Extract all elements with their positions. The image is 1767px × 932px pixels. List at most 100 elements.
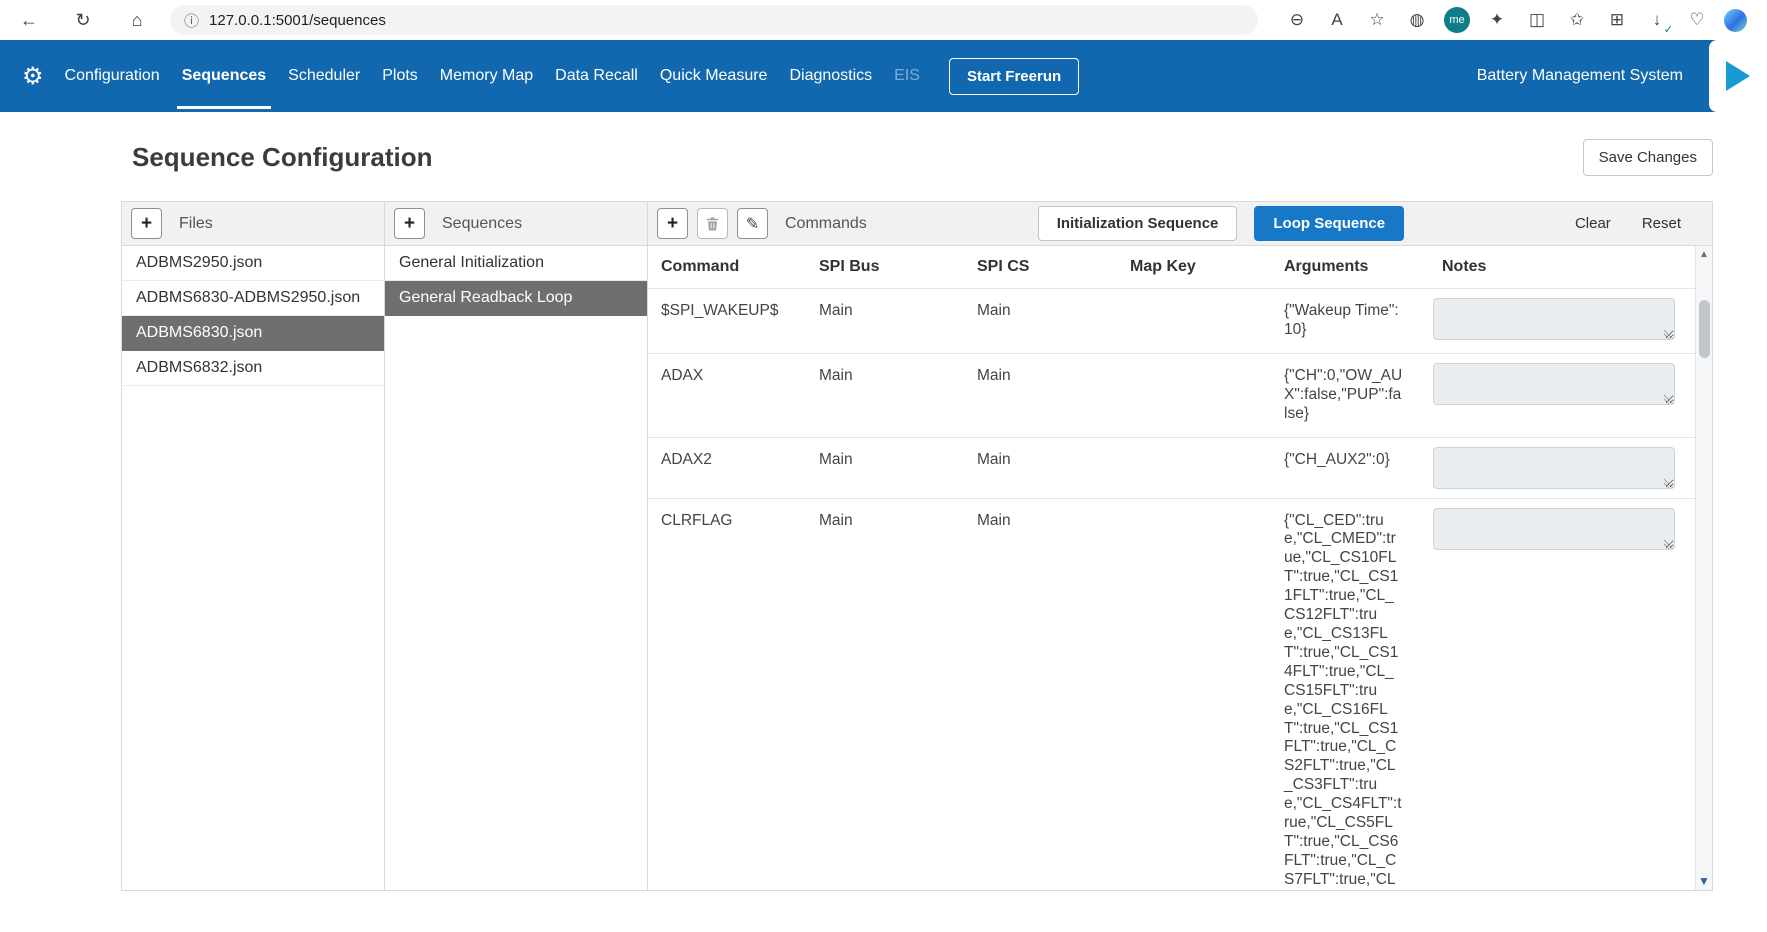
sequence-item[interactable]: General Initialization (385, 246, 647, 281)
nav-item-plots[interactable]: Plots (371, 40, 429, 112)
extension-icon-2[interactable]: ✦ (1484, 7, 1510, 33)
scroll-down-icon[interactable]: ▼ (1698, 872, 1710, 890)
start-freerun-button[interactable]: Start Freerun (949, 58, 1079, 95)
cell-map-key (1117, 289, 1271, 353)
files-list: ADBMS2950.jsonADBMS6830-ADBMS2950.jsonAD… (122, 246, 384, 386)
notes-input[interactable] (1433, 298, 1675, 340)
cell-arguments: {"Wakeup Time":10} (1271, 289, 1429, 353)
notes-input[interactable] (1433, 447, 1675, 489)
trash-icon (705, 216, 720, 231)
nav-item-configuration[interactable]: Configuration (54, 40, 171, 112)
files-panel: + Files ADBMS2950.jsonADBMS6830-ADBMS295… (121, 201, 385, 891)
scrollbar-thumb[interactable] (1699, 300, 1710, 358)
nav-item-diagnostics[interactable]: Diagnostics (778, 40, 883, 112)
run-play-button[interactable] (1709, 40, 1767, 112)
app-title: Battery Management System (1477, 67, 1683, 85)
cell-map-key (1117, 354, 1271, 437)
copilot-icon[interactable] (1724, 9, 1747, 32)
download-check-icon: ✓ (1664, 25, 1673, 36)
commands-panel: + ✎ Commands Initialization Sequence Loo… (647, 201, 1713, 891)
cell-command: CLRFLAG (648, 499, 806, 890)
sequences-panel-header: + Sequences (385, 202, 647, 246)
file-item[interactable]: ADBMS6832.json (122, 351, 384, 386)
read-aloud-icon[interactable]: A (1324, 7, 1350, 33)
column-header-spi-bus: SPI Bus (806, 258, 964, 276)
column-header-spi-cs: SPI CS (964, 258, 1117, 276)
extension-icon[interactable]: ◍ (1404, 7, 1430, 33)
reset-button[interactable]: Reset (1642, 215, 1681, 232)
favorite-star-icon[interactable]: ☆ (1364, 7, 1390, 33)
cell-arguments: {"CH_AUX2":0} (1271, 438, 1429, 498)
address-bar[interactable]: ⓘ 127.0.0.1:5001/sequences (170, 5, 1258, 35)
zoom-out-icon[interactable]: ⊖ (1284, 7, 1310, 33)
url-text[interactable]: 127.0.0.1:5001/sequences (209, 12, 386, 29)
nav-item-memory-map[interactable]: Memory Map (429, 40, 544, 112)
notes-input[interactable] (1433, 508, 1675, 550)
add-file-button[interactable]: + (131, 208, 162, 239)
cell-notes (1429, 289, 1695, 353)
nav-item-quick-measure[interactable]: Quick Measure (649, 40, 779, 112)
screen: ← ↻ ⌂ ⓘ 127.0.0.1:5001/sequences ⊖ A ☆ ◍ me ✦… (0, 0, 1767, 891)
browser-toolbar: ← ↻ ⌂ ⓘ 127.0.0.1:5001/sequences ⊖ A ☆ ◍ me ✦… (0, 0, 1767, 40)
nav-item-data-recall[interactable]: Data Recall (544, 40, 649, 112)
table-header: CommandSPI BusSPI CSMap KeyArgumentsNote… (648, 246, 1695, 288)
initialization-sequence-button[interactable]: Initialization Sequence (1038, 206, 1238, 241)
app-navbar: ⚙ ConfigurationSequencesSchedulerPlotsMe… (0, 40, 1767, 112)
file-item[interactable]: ADBMS6830-ADBMS2950.json (122, 281, 384, 316)
cell-arguments: {"CL_CED":true,"CL_CMED":true,"CL_CS10FL… (1271, 499, 1429, 890)
notes-input[interactable] (1433, 363, 1675, 405)
nav-item-sequences[interactable]: Sequences (171, 40, 277, 112)
split-screen-icon[interactable]: ◫ (1524, 7, 1550, 33)
scroll-up-icon[interactable]: ▲ (1699, 246, 1709, 264)
cell-map-key (1117, 438, 1271, 498)
column-header-notes: Notes (1429, 258, 1695, 276)
cell-notes (1429, 499, 1695, 890)
back-icon[interactable]: ← (16, 7, 42, 33)
nav-item-eis[interactable]: EIS (883, 40, 931, 112)
gear-icon[interactable]: ⚙ (22, 62, 44, 91)
add-command-button[interactable]: + (657, 208, 688, 239)
downloads-icon[interactable]: ↓✓ (1644, 7, 1670, 33)
cell-spi-bus: Main (806, 289, 964, 353)
cell-spi-bus: Main (806, 354, 964, 437)
site-info-icon[interactable]: ⓘ (184, 10, 199, 31)
cell-command: ADAX (648, 354, 806, 437)
sequence-item[interactable]: General Readback Loop (385, 281, 647, 316)
sequences-list: General InitializationGeneral Readback L… (385, 246, 647, 316)
nav-item-scheduler[interactable]: Scheduler (277, 40, 371, 112)
column-header-map-key: Map Key (1117, 258, 1271, 276)
command-row[interactable]: $SPI_WAKEUP$MainMain{"Wakeup Time":10} (648, 288, 1695, 353)
browser-actions: ⊖ A ☆ ◍ me ✦ ◫ ✩ ⊞ ↓✓ ♡ (1284, 7, 1751, 33)
commands-toolbar: + ✎ Commands Initialization Sequence Loo… (648, 202, 1712, 246)
column-header-command: Command (648, 258, 806, 276)
browser-nav-buttons: ← ↻ ⌂ (16, 7, 150, 33)
browser-essentials-icon[interactable]: ♡ (1684, 7, 1710, 33)
refresh-icon[interactable]: ↻ (70, 7, 96, 33)
command-row[interactable]: CLRFLAGMainMain{"CL_CED":true,"CL_CMED":… (648, 498, 1695, 890)
sequences-panel-title: Sequences (442, 215, 522, 233)
command-row[interactable]: ADAX2MainMain{"CH_AUX2":0} (648, 437, 1695, 498)
commands-panel-title: Commands (785, 215, 867, 233)
clear-button[interactable]: Clear (1575, 215, 1611, 232)
play-icon (1726, 61, 1750, 91)
favorites-icon[interactable]: ✩ (1564, 7, 1590, 33)
home-icon[interactable]: ⌂ (124, 7, 150, 33)
page-header: Sequence Configuration Save Changes (121, 139, 1713, 176)
command-row[interactable]: ADAXMainMain{"CH":0,"OW_AUX":false,"PUP"… (648, 353, 1695, 437)
cell-command: $SPI_WAKEUP$ (648, 289, 806, 353)
loop-sequence-button[interactable]: Loop Sequence (1254, 206, 1404, 241)
commands-table-body: $SPI_WAKEUP$MainMain{"Wakeup Time":10}AD… (648, 288, 1695, 890)
cell-spi-bus: Main (806, 499, 964, 890)
add-sequence-button[interactable]: + (394, 208, 425, 239)
scrollbar[interactable]: ▲ ▼ (1695, 246, 1712, 890)
cell-spi-bus: Main (806, 438, 964, 498)
cell-spi-cs: Main (964, 438, 1117, 498)
file-item[interactable]: ADBMS2950.json (122, 246, 384, 281)
cell-spi-cs: Main (964, 354, 1117, 437)
edit-command-button[interactable]: ✎ (737, 208, 768, 239)
delete-command-button[interactable] (697, 208, 728, 239)
save-changes-button[interactable]: Save Changes (1583, 139, 1713, 176)
profile-avatar[interactable]: me (1444, 7, 1470, 33)
collections-icon[interactable]: ⊞ (1604, 7, 1630, 33)
file-item[interactable]: ADBMS6830.json (122, 316, 384, 351)
